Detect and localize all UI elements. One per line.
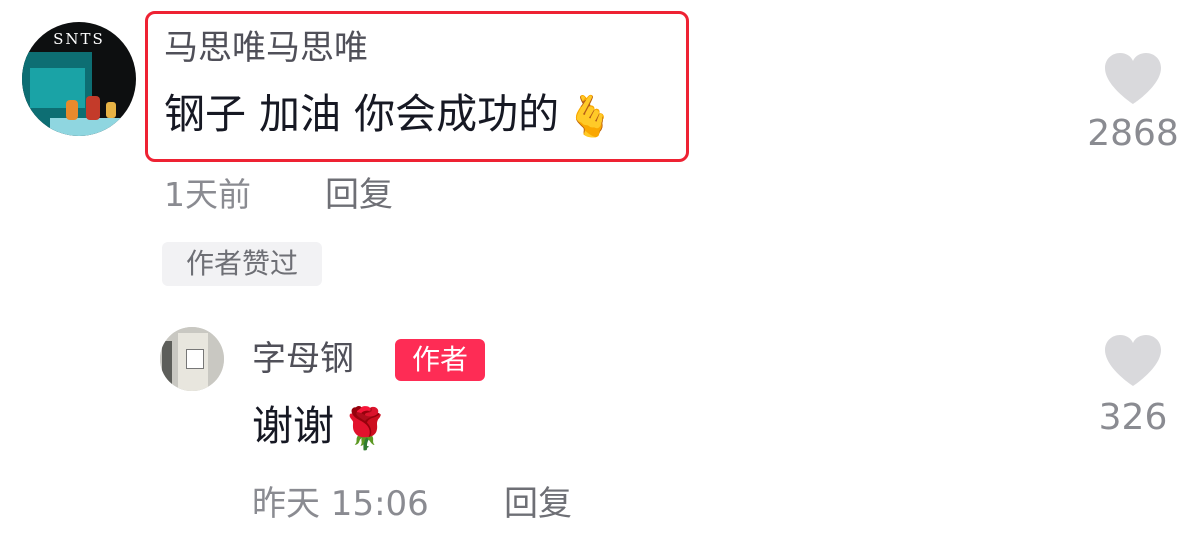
author-badge: 作者	[395, 339, 485, 381]
heart-icon[interactable]	[1103, 52, 1163, 106]
reply-text-line: 谢谢 🌹	[252, 398, 390, 457]
reply-reply-button[interactable]: 回复	[504, 481, 572, 527]
reply-like-count: 326	[1098, 397, 1168, 438]
comment-reply-button[interactable]: 回复	[325, 172, 393, 218]
heart-hands-emoji: 🫰	[565, 94, 615, 140]
comment-text: 钢子 加油 你会成功的	[164, 90, 560, 138]
reply-text: 谢谢	[252, 402, 334, 450]
heart-icon[interactable]	[1103, 334, 1163, 388]
comment-username[interactable]: 马思唯马思唯	[164, 26, 368, 70]
comment-timestamp: 1天前	[164, 175, 251, 214]
commenter-avatar[interactable]: SNTS	[22, 22, 136, 136]
reply-username[interactable]: 字母钢	[252, 337, 354, 381]
avatar-logo-text: SNTS	[53, 30, 105, 48]
author-liked-badge: 作者赞过	[162, 242, 322, 286]
comment-like-group[interactable]: 2868	[1073, 52, 1193, 156]
reply-timestamp: 昨天 15:06	[252, 484, 429, 524]
comment-text-line: 钢子 加油 你会成功的 🫰	[164, 86, 615, 145]
reply-avatar[interactable]	[160, 327, 224, 391]
reply-like-group[interactable]: 326	[1073, 334, 1193, 440]
rose-emoji: 🌹	[340, 406, 390, 452]
comment-like-count: 2868	[1087, 113, 1179, 154]
